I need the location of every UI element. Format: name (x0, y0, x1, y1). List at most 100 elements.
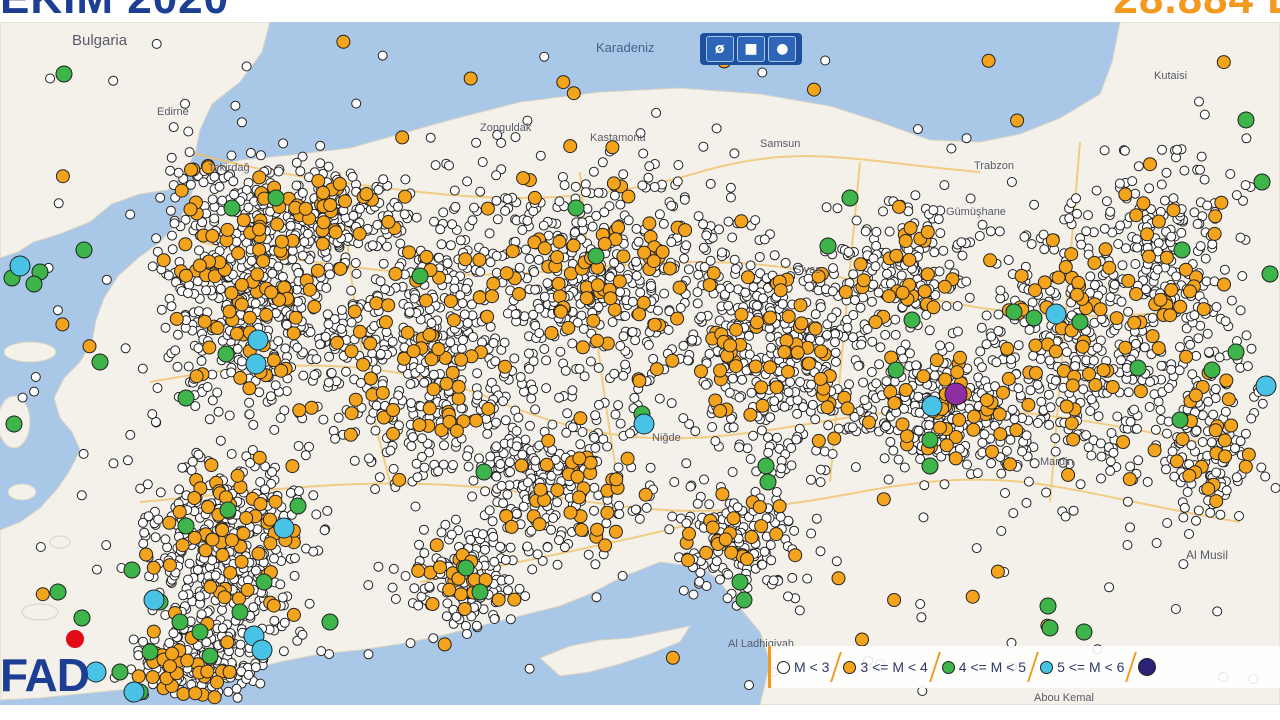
epicenter-marker (174, 484, 185, 495)
epicenter-marker (1112, 411, 1123, 422)
epicenter-marker (915, 599, 926, 609)
epicenter-marker (412, 418, 427, 432)
epicenter-marker (1131, 423, 1142, 434)
epicenter-marker (1108, 447, 1119, 458)
epicenter-marker (499, 337, 510, 348)
earthquake-map[interactable] (0, 22, 1280, 705)
epicenter-marker (1199, 109, 1210, 120)
epicenter-marker (977, 362, 987, 373)
epicenter-marker (815, 464, 826, 475)
epicenter-marker (662, 261, 677, 276)
epicenter-marker (520, 591, 531, 602)
epicenter-marker (338, 194, 352, 209)
epicenter-marker (500, 554, 511, 565)
epicenter-marker (1188, 388, 1203, 403)
epicenter-marker (332, 176, 347, 191)
epicenter-marker (330, 433, 341, 444)
epicenter-marker (750, 215, 761, 226)
epicenter-marker (673, 160, 684, 170)
epicenter-marker (678, 340, 689, 351)
epicenter-marker (1039, 244, 1050, 255)
epicenter-marker (293, 441, 304, 451)
epicenter-marker (146, 624, 161, 639)
epicenter-marker (971, 543, 982, 554)
epicenter-marker (1064, 213, 1075, 224)
epicenter-marker (698, 242, 709, 253)
epicenter-marker (198, 177, 209, 188)
epicenter-marker (1241, 330, 1252, 341)
epicenter-marker (267, 467, 278, 477)
epicenter-marker (976, 322, 987, 333)
epicenter-marker (792, 408, 803, 419)
epicenter-marker (672, 280, 687, 295)
epicenter-marker (528, 206, 539, 217)
epicenter-marker (996, 468, 1007, 479)
epicenter-marker (380, 284, 391, 295)
epicenter-marker (463, 71, 478, 86)
epicenter-marker (1106, 428, 1117, 438)
epicenter-marker (1211, 302, 1222, 312)
epicenter-marker (280, 343, 291, 354)
epicenter-marker (270, 217, 285, 232)
epicenter-marker (630, 335, 641, 346)
epicenter-marker (156, 304, 167, 315)
epicenter-marker (699, 545, 714, 560)
epicenter-marker (472, 368, 483, 379)
epicenter-marker (1151, 214, 1166, 229)
epicenter-marker (1226, 295, 1237, 306)
epicenter-marker (244, 397, 255, 408)
epicenter-marker (718, 532, 733, 547)
epicenter-marker (807, 399, 818, 410)
epicenter-marker (108, 458, 119, 469)
epicenter-marker (489, 556, 500, 567)
epicenter-marker (399, 209, 410, 220)
epicenter-marker (1210, 384, 1221, 394)
epicenter-marker (388, 563, 399, 574)
epicenter-marker (1120, 243, 1131, 254)
epicenter-marker (1105, 292, 1116, 303)
epicenter-marker (347, 171, 358, 182)
epicenter-marker (550, 250, 565, 265)
epicenter-marker (1075, 623, 1093, 641)
epicenter-marker (1083, 210, 1093, 221)
epicenter-marker (277, 271, 288, 282)
epicenter-marker (82, 339, 97, 354)
epicenter-marker (1096, 451, 1107, 462)
epicenter-marker (1192, 219, 1203, 229)
epicenter-marker (983, 253, 998, 268)
epicenter-marker (210, 675, 224, 690)
epicenter-marker (222, 304, 237, 319)
epicenter-marker (627, 296, 638, 307)
epicenter-marker (1076, 239, 1087, 250)
epicenter-marker (1127, 315, 1142, 330)
epicenter-marker (875, 342, 886, 353)
epicenter-marker (1237, 111, 1255, 129)
epicenter-marker (1085, 406, 1096, 416)
epicenter-marker (1009, 414, 1020, 425)
epicenter-marker (694, 364, 708, 379)
epicenter-marker (659, 288, 670, 299)
epicenter-marker (529, 267, 540, 277)
epicenter-marker (593, 187, 604, 198)
epicenter-marker (781, 364, 795, 379)
epicenter-marker (145, 670, 160, 685)
epicenter-marker (137, 363, 148, 374)
epicenter-marker (205, 532, 220, 547)
epicenter-marker (575, 439, 586, 450)
epicenter-marker (252, 450, 267, 465)
epicenter-marker (1238, 459, 1253, 474)
epicenter-marker (593, 362, 604, 373)
epicenter-marker (491, 441, 502, 452)
epicenter-marker (363, 336, 378, 351)
epicenter-marker (424, 581, 435, 592)
map-canvas[interactable] (0, 22, 1280, 705)
epicenter-marker (29, 386, 40, 397)
epicenter-marker (171, 613, 189, 631)
epicenter-marker (91, 564, 102, 575)
epicenter-marker (461, 283, 472, 294)
epicenter-marker (351, 268, 362, 279)
epicenter-marker (1008, 508, 1019, 519)
epicenter-marker (952, 301, 963, 311)
epicenter-marker (804, 281, 815, 292)
epicenter-marker (952, 326, 963, 337)
